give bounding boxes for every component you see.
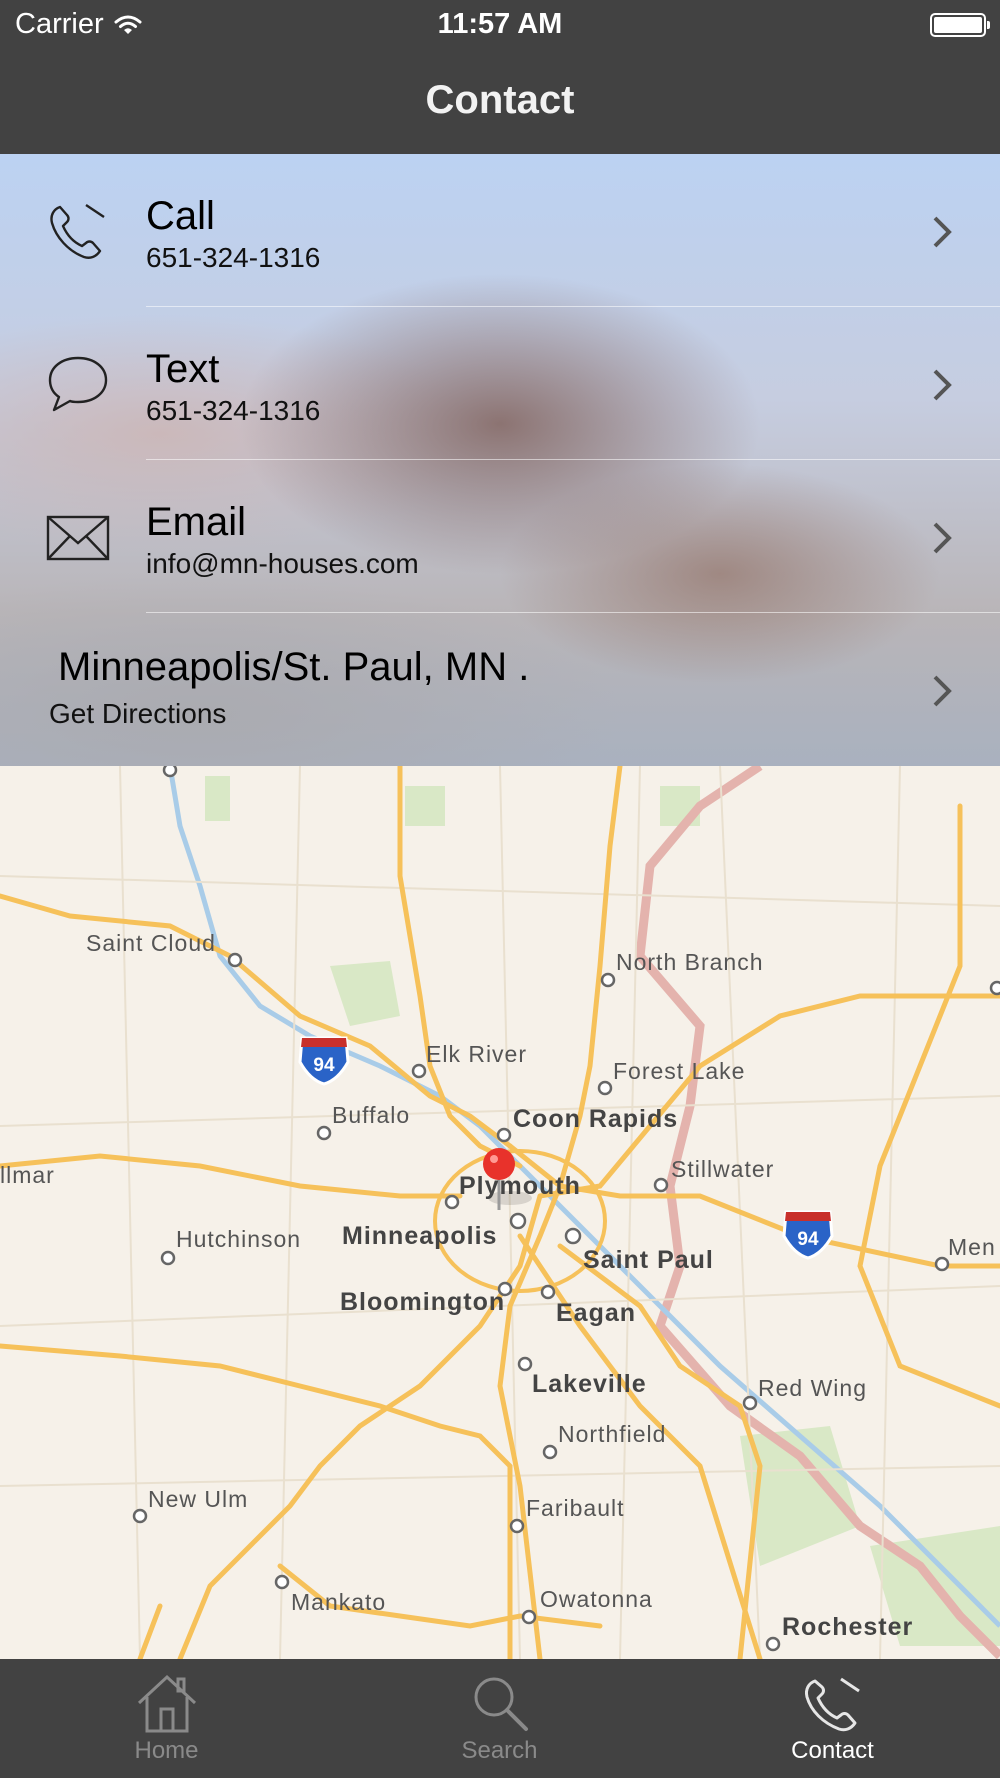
envelope-icon [46,515,110,561]
home-icon [137,1674,196,1733]
map-label: Coon Rapids [513,1105,679,1133]
map-label: Plymouth [459,1172,581,1200]
map-label: North Branch [616,949,764,975]
map-label: Lakeville [532,1370,647,1398]
map-label: Red Wing [758,1375,867,1401]
phone-icon [50,204,105,259]
map-view[interactable]: 94 94 Saint Cloud North Branch Elk River… [0,766,1000,1659]
map-label: New Ulm [148,1486,249,1512]
chevron-right-icon [933,522,952,554]
tab-home[interactable]: Home [0,1659,333,1778]
text-row[interactable]: Text 651-324-1316 [0,307,1000,460]
top-bar: Carrier 11:57 AM Contact [0,0,1000,154]
map-label: Hutchinson [176,1226,302,1252]
contact-list: Call 651-324-1316 Text 651-324-1316 Emai… [0,154,1000,766]
battery-icon [930,13,990,37]
map-label: Men [948,1234,996,1260]
search-icon [474,1677,528,1731]
call-number: 651-324-1316 [146,242,321,273]
svg-text:94: 94 [797,1229,819,1250]
chevron-right-icon [933,369,952,401]
map-label: Buffalo [332,1102,411,1128]
svg-text:94: 94 [313,1055,335,1076]
tab-contact[interactable]: Contact [666,1659,999,1778]
email-title: Email [146,500,247,544]
chevron-right-icon [933,675,952,707]
tab-home-label: Home [134,1737,199,1764]
map-label: Saint Paul [583,1246,714,1274]
interstate-shield-94: 94 [298,1036,350,1086]
email-row[interactable]: Email info@mn-houses.com [0,460,1000,613]
text-title: Text [146,347,220,391]
tab-search[interactable]: Search [333,1659,666,1778]
tab-contact-label: Contact [791,1737,874,1764]
map-label: Stillwater [671,1156,775,1182]
get-directions-label: Get Directions [49,698,227,729]
map-label: Owatonna [540,1586,653,1612]
map-roads: 94 94 [0,766,1000,1659]
map-label: Rochester [782,1613,914,1641]
map-label: Minneapolis [342,1222,498,1250]
tab-bar: Home Search Contact [0,1659,1000,1778]
phone-icon [804,1677,860,1732]
tab-search-label: Search [461,1737,538,1764]
status-bar: Carrier 11:57 AM [0,0,1000,50]
map-label: Mankato [291,1589,387,1615]
map-label: Northfield [558,1421,667,1447]
text-number: 651-324-1316 [146,395,321,426]
page-title: Contact [425,78,575,122]
speech-bubble-icon [48,356,108,412]
directions-row[interactable]: Minneapolis/St. Paul, MN . Get Direction… [0,613,1000,766]
interstate-shield-94: 94 [782,1210,834,1260]
email-address: info@mn-houses.com [146,548,419,579]
call-row[interactable]: Call 651-324-1316 [0,154,1000,307]
chevron-right-icon [933,216,952,248]
status-time: 11:57 AM [437,8,563,40]
map-label: llmar [0,1162,55,1188]
map-label: Forest Lake [613,1058,746,1084]
location-title: Minneapolis/St. Paul, MN . [58,645,530,689]
map-label: Elk River [426,1041,528,1067]
map-label: Saint Cloud [86,930,216,956]
map-label: Faribault [526,1495,625,1521]
map-label: Eagan [556,1299,637,1327]
call-title: Call [146,194,215,238]
map-label: Bloomington [340,1288,506,1316]
